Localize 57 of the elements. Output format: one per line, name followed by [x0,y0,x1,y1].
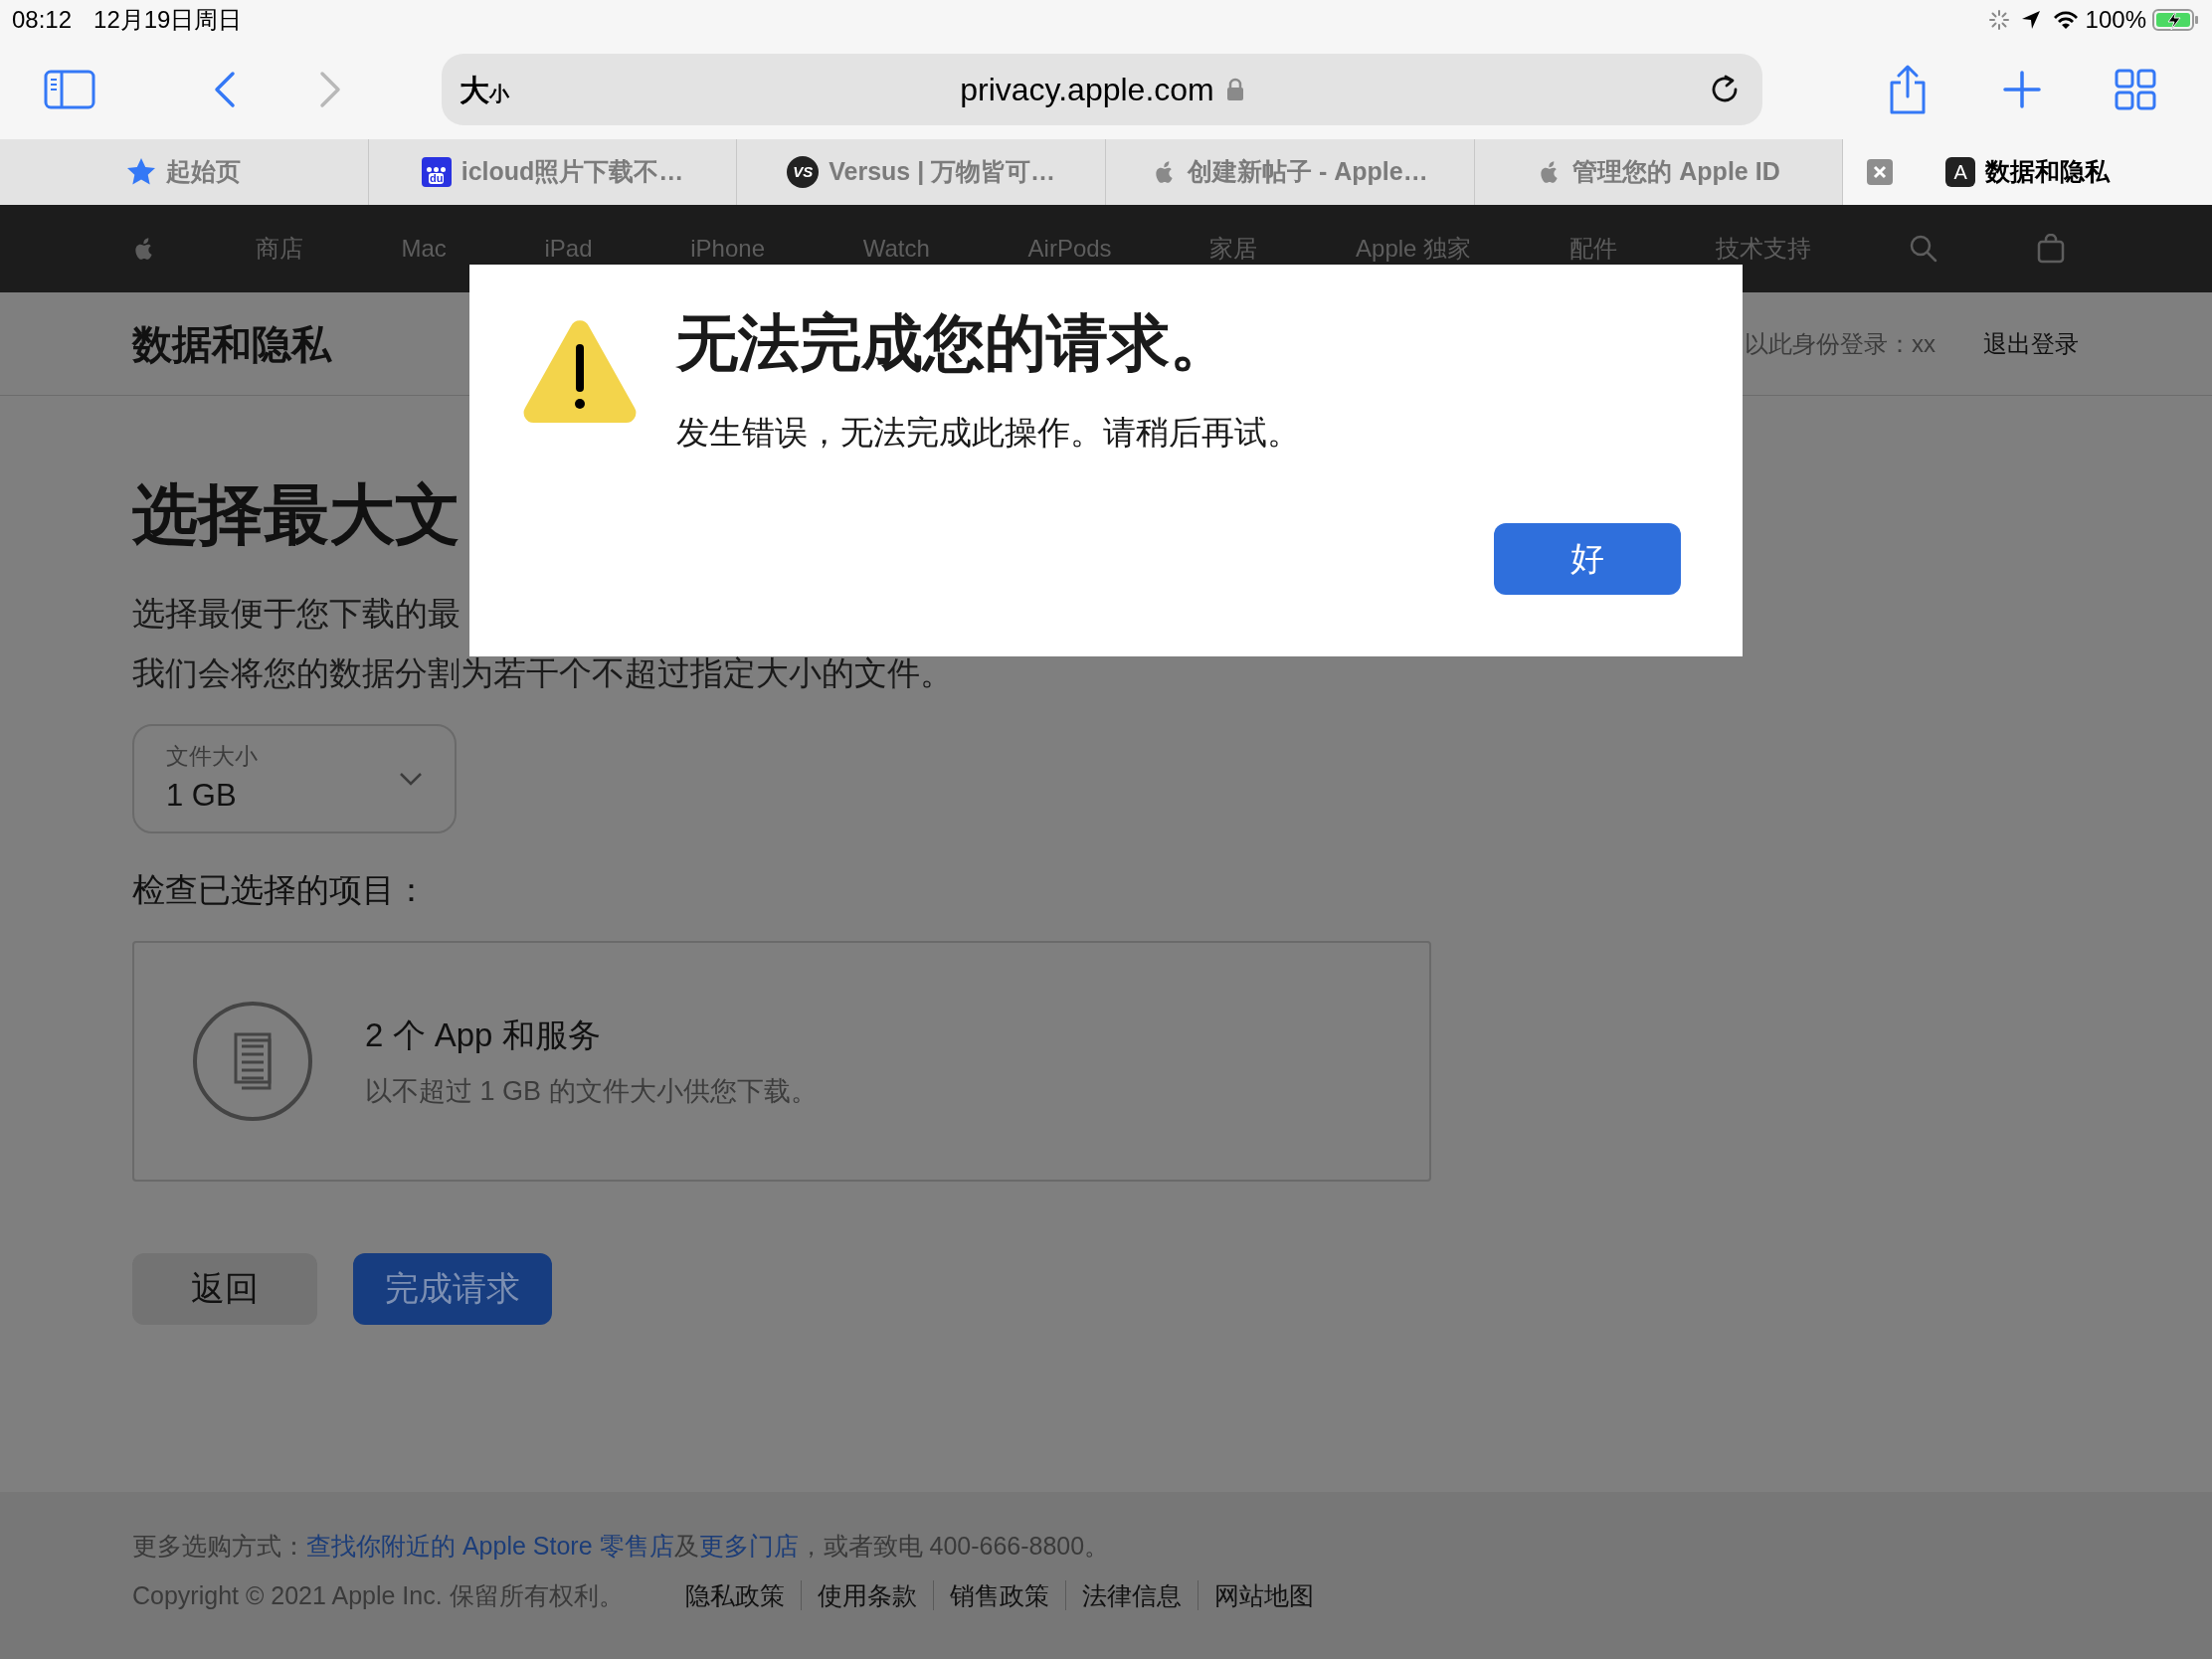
share-icon[interactable] [1888,65,1928,114]
close-icon[interactable] [1867,159,1894,185]
status-time: 08:12 [12,5,73,35]
section-label: 检查已选择的项目： [132,870,429,910]
status-date: 12月19日周日 [93,5,243,35]
address-field[interactable]: 大小 privacy.apple.com [442,54,1762,125]
nav-link[interactable]: Apple 独家 [1356,231,1472,267]
round-badge-icon: VS [787,156,820,188]
signed-in-text: 以此身份登录：xx [1745,328,1936,359]
dialog-title: 无法完成您的请求。 [676,312,1232,374]
chevron-down-icon [399,772,423,786]
search-icon[interactable] [1909,234,1939,264]
footer-link[interactable]: 销售政策 [949,1576,1049,1614]
browser-tab[interactable]: A 数据和隐私 [1843,139,2212,205]
description-text: 我们会将您的数据分割为若干个不超过指定大小的文件。 [132,653,954,693]
footer-link[interactable]: 法律信息 [1081,1576,1182,1614]
bag-icon[interactable] [2037,234,2065,264]
submit-button[interactable]: 完成请求 [353,1252,552,1325]
dialog-message: 发生错误，无法完成此操作。请稍后再试。 [676,413,1301,453]
nav-link[interactable]: Watch [862,231,930,267]
footer-link[interactable]: 使用条款 [817,1576,917,1614]
page-title: 数据和隐私 [132,320,331,368]
file-size-dropdown[interactable]: 文件大小 1 GB [132,724,457,833]
nav-link[interactable]: AirPods [1027,231,1112,267]
footer-text: 更多选购方式：查找你附近的 Apple Store 零售店及更多门店，或者致电 400-666-8800。 [132,1531,1111,1562]
warning-icon [521,318,639,426]
card-subtitle: 以不超过 1 GB 的文件大小供您下载。 [365,1075,818,1108]
card-title: 2 个 App 和服务 [365,1014,602,1055]
tab-overview-icon[interactable] [2115,69,2156,110]
footer-link[interactable]: 更多门店 [698,1532,799,1560]
ok-button[interactable]: 好 [1494,522,1681,595]
reader-text-size[interactable]: 大小 [460,67,509,112]
sidebar-icon[interactable] [44,70,95,109]
sign-out-link[interactable]: 退出登录 [1983,325,2079,362]
nav-link[interactable]: 技术支持 [1715,231,1811,267]
footer-link[interactable]: 查找你附近的 Apple Store 零售店 [306,1532,674,1560]
description-text: 选择最便于您下载的最 [132,594,461,634]
new-tab-icon[interactable] [2003,71,2041,108]
paw-icon: du [421,157,452,187]
footer-link[interactable]: 网站地图 [1213,1576,1314,1614]
back-button[interactable]: 返回 [132,1252,317,1325]
nav-link[interactable]: Mac [401,231,447,267]
battery-percent: 100% [2085,5,2146,35]
footer-link[interactable]: 隐私政策 [684,1576,785,1614]
page-heading: 选择最大文 [132,481,461,547]
back-icon[interactable] [213,70,237,109]
activity-icon [1987,9,2010,31]
nav-link[interactable]: 家居 [1209,231,1258,267]
nav-link[interactable]: 配件 [1568,231,1617,267]
star-icon [126,157,157,187]
document-icon [192,1000,313,1122]
nav-link[interactable]: 商店 [255,231,303,267]
url-text: privacy.apple.com [960,71,1214,109]
nav-link[interactable]: iPhone [690,231,765,267]
nav-link[interactable]: iPad [544,231,593,267]
letter-icon: A [1945,157,1976,187]
copyright-text: Copyright © 2021 Apple Inc. 保留所有权利。 [132,1579,624,1611]
